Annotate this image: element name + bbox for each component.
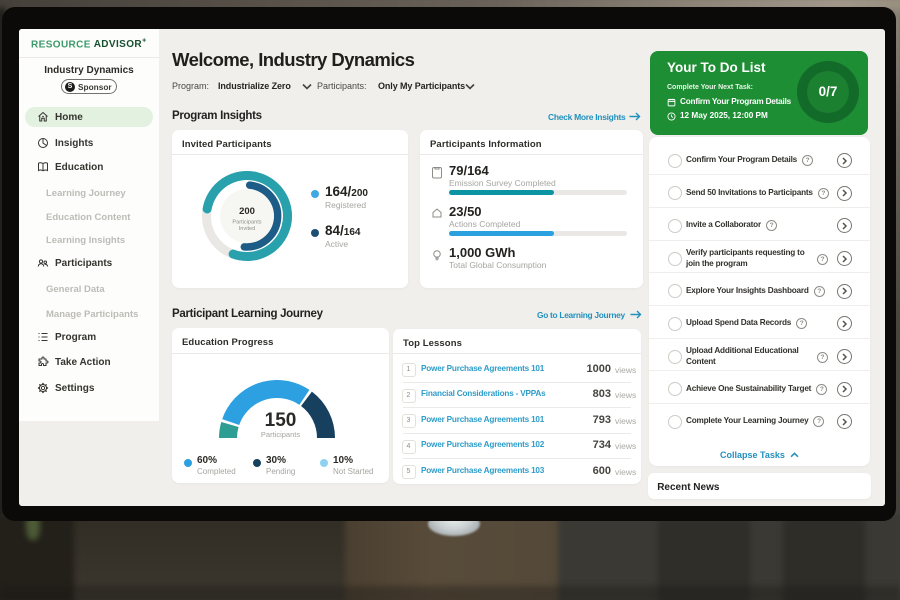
svg-text:200: 200 <box>239 206 255 217</box>
svg-text:Participants: Participants <box>232 220 261 226</box>
svg-text:Invited: Invited <box>239 226 255 232</box>
